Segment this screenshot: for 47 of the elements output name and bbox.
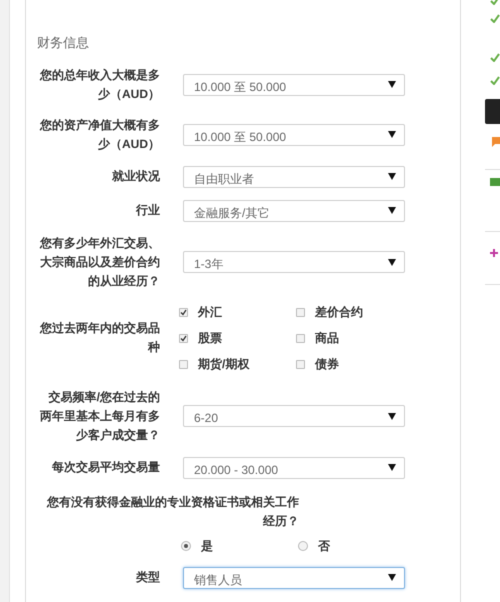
caret-icon [388,207,396,214]
field-label: 您过去两年内的交易品种 [38,320,160,356]
option-label: 差价合约 [315,304,363,320]
dropdown[interactable]: 6-20 [183,405,405,427]
checkbox[interactable] [296,360,305,368]
option-label: 商品 [315,330,339,346]
field-label: 类型 [135,569,160,586]
option-label: 期货/期权 [198,356,250,372]
caret-icon [388,412,396,420]
option-label: 股票 [198,330,222,346]
option-label: 债券 [315,356,339,372]
radio-button[interactable] [181,540,191,550]
field-label: 就业状况 [111,168,160,185]
field-label: 您有多少年外汇交易、大宗商品以及差价合约的从业经历？ [38,234,160,290]
option-label: 是 [201,538,213,554]
dropdown[interactable]: 自由职业者 [183,166,405,188]
dropdown[interactable]: 10.000 至 50.000 [183,124,405,146]
checkbox[interactable] [179,360,188,368]
caret-icon [388,464,396,471]
dropdown[interactable]: 销售人员 [183,566,405,588]
section-title: 财务信息 [37,34,90,52]
checkbox[interactable] [179,308,188,316]
dropdown[interactable]: 10.000 至 50.000 [183,74,405,96]
plus-icon[interactable] [490,249,498,257]
option-label: 否 [318,538,330,554]
option-label: 外汇 [198,304,222,320]
checkbox[interactable] [296,308,305,316]
dropdown[interactable]: 金融服务/其它 [183,200,405,222]
field-label: 交易频率/您在过去的两年里基本上每月有多少客户成交量？ [39,388,160,444]
caret-icon [388,81,396,88]
checkbox[interactable] [296,334,305,342]
check-icon [490,76,500,85]
field-label: 您的总年收入大概是多少（AUD） [38,66,160,102]
field-label: 行业 [134,202,160,219]
checkbox[interactable] [179,334,188,342]
chat-bubble-icon[interactable] [490,136,500,148]
field-label: 您的资产净值大概有多少（AUD） [38,116,160,152]
question-text: 您有没有获得金融业的专业资格证书或相关工作经历？ [46,494,299,530]
dropdown[interactable]: 1-3年 [183,251,405,273]
caret-icon [388,574,396,581]
caret-icon [388,173,396,180]
dropdown[interactable]: 20.000 - 30.000 [183,456,405,478]
caret-icon [388,131,396,138]
radio-button[interactable] [298,540,308,550]
field-label: 每次交易平均交易量 [51,459,160,476]
caret-icon [388,258,396,266]
check-icon [490,53,500,62]
